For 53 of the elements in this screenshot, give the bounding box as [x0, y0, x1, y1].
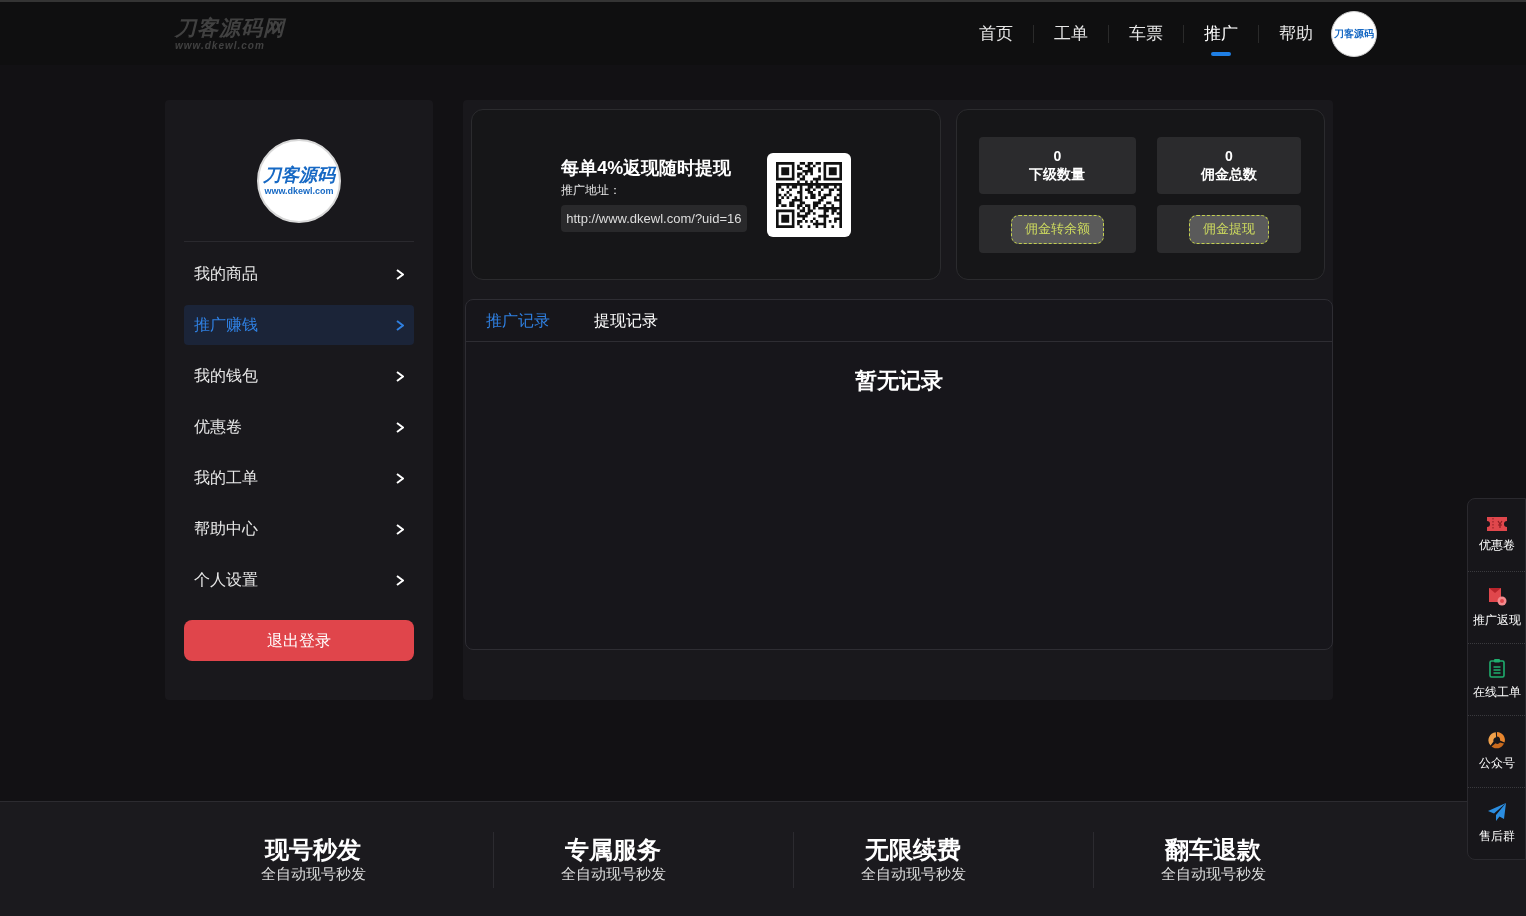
feature-subtitle: 全自动现号秒发: [1160, 865, 1266, 884]
ticket-icon: [1486, 516, 1507, 531]
sidebar-item[interactable]: 我的工单: [184, 458, 414, 498]
envelope-coin-icon: [1486, 586, 1507, 606]
swirl-icon: [1487, 731, 1506, 749]
nav-tab[interactable]: 推广: [1184, 2, 1258, 65]
chevron-right-icon: [396, 574, 404, 586]
promo-headline: 每单4%返现随时提现: [561, 157, 732, 180]
commission-button[interactable]: 佣金转余额: [1010, 214, 1104, 244]
feature-title: 翻车退款: [1165, 835, 1261, 865]
chevron-right-icon: [396, 268, 404, 280]
records-tab[interactable]: 提现记录: [594, 308, 658, 333]
feature-title: 无限续费: [865, 835, 961, 865]
nav-tab[interactable]: 首页: [959, 2, 1033, 65]
floating-menu-item[interactable]: 公众号: [1468, 715, 1525, 787]
feature-title: 现号秒发: [265, 835, 361, 865]
floating-menu-item[interactable]: 优惠卷: [1468, 499, 1525, 571]
sidebar-item[interactable]: 我的商品: [184, 254, 414, 294]
chevron-right-icon: [396, 421, 404, 433]
link-label: 推广地址：: [561, 181, 622, 199]
feature-subtitle: 全自动现号秒发: [860, 865, 966, 884]
stat-value: 0: [1053, 148, 1062, 166]
records-tab[interactable]: 推广记录: [486, 308, 550, 333]
chevron-right-icon: [396, 472, 404, 484]
user-avatar[interactable]: 刀客源码: [1331, 10, 1377, 57]
logout-button[interactable]: 退出登录: [184, 620, 414, 661]
sidebar-item[interactable]: 推广赚钱: [184, 305, 414, 345]
empty-message: 暂无记录: [855, 367, 943, 395]
nav-tab[interactable]: 帮助: [1259, 2, 1333, 65]
nav-tab[interactable]: 车票: [1109, 2, 1183, 65]
stat-value: 0: [1224, 148, 1233, 166]
sidebar-item[interactable]: 帮助中心: [184, 509, 414, 549]
nav-tab[interactable]: 工单: [1034, 2, 1108, 65]
chevron-right-icon: [396, 370, 404, 382]
clipboard-icon: [1488, 658, 1505, 678]
referral-link-field[interactable]: http://www.dkewl.com/?uid=16: [561, 204, 747, 232]
logo-title: 刀客源码: [263, 166, 335, 184]
commission-button[interactable]: 佣金提现: [1188, 214, 1269, 244]
sidebar-item[interactable]: 个人设置: [184, 560, 414, 600]
feature-title: 专属服务: [565, 835, 661, 865]
feature-subtitle: 全自动现号秒发: [260, 865, 366, 884]
paper-plane-icon: [1486, 802, 1507, 822]
floating-menu-item[interactable]: 推广返现: [1468, 571, 1525, 643]
floating-menu-item[interactable]: 售后群: [1468, 787, 1525, 859]
sidebar-item[interactable]: 优惠卷: [184, 407, 414, 447]
floating-menu-item[interactable]: 在线工单: [1468, 643, 1525, 715]
feature-subtitle: 全自动现号秒发: [560, 865, 666, 884]
chevron-right-icon: [396, 319, 404, 331]
logo-url: www.dkewl.com: [264, 187, 334, 196]
stat-label: 下级数量: [1029, 165, 1086, 183]
stat-label: 佣金总数: [1200, 165, 1257, 183]
chevron-right-icon: [396, 523, 404, 535]
sidebar-item[interactable]: 我的钱包: [184, 356, 414, 396]
